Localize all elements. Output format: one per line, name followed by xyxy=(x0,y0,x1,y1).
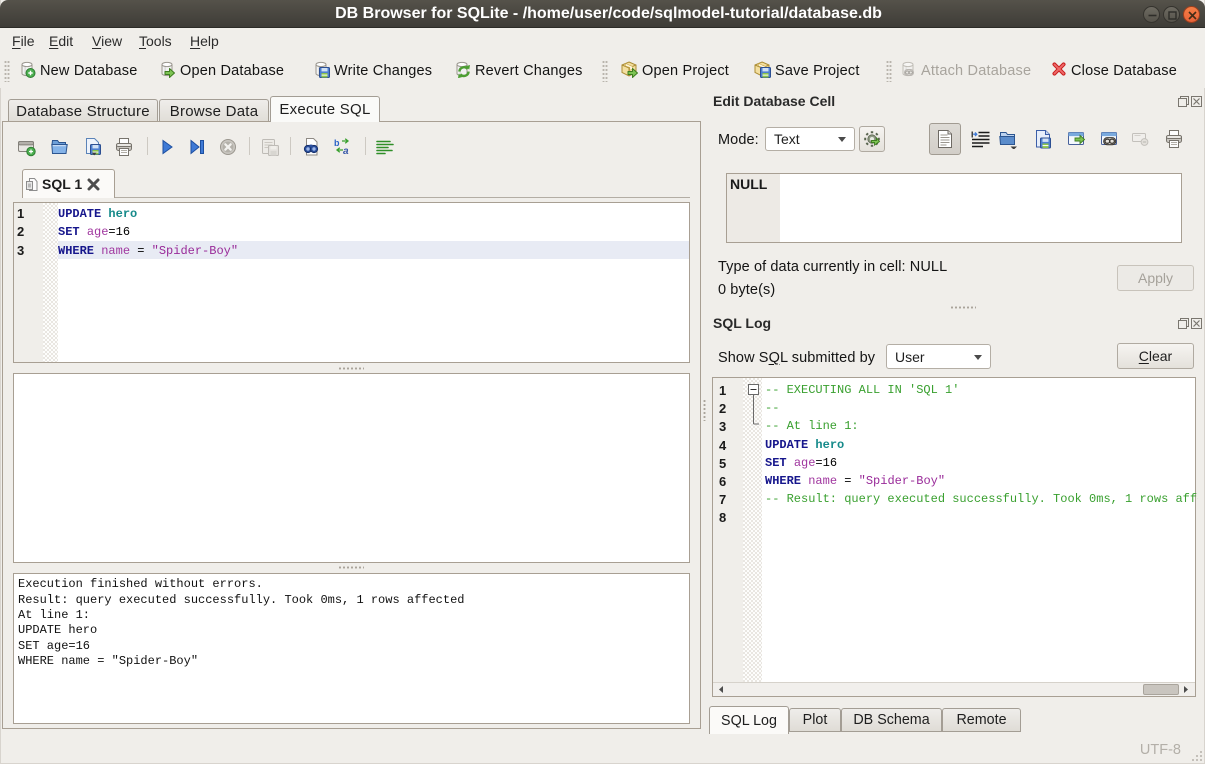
svg-text:b: b xyxy=(334,138,340,148)
svg-text:a: a xyxy=(343,146,349,157)
